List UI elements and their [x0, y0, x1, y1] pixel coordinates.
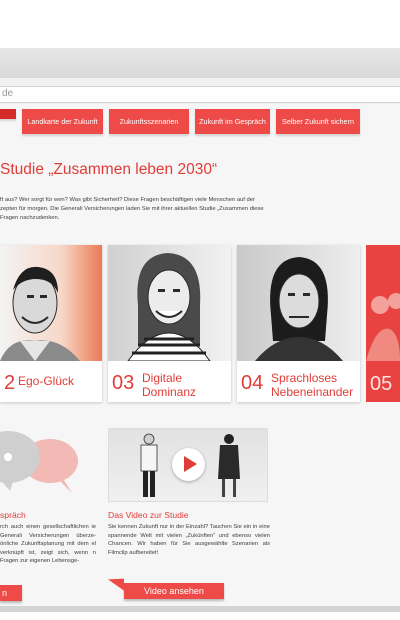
video-thumbnail[interactable] — [108, 428, 268, 502]
gespraech-title: spräch — [0, 510, 26, 520]
tab-label: Zukunftsszenarien — [119, 117, 179, 126]
scenario-label: Digitale Dominanz — [142, 371, 197, 399]
scenario-label: Ego-Glück — [18, 374, 75, 388]
scenario-number: 2 — [4, 372, 16, 394]
portrait-image — [0, 245, 102, 361]
address-text: de — [2, 88, 14, 99]
portrait-image — [237, 245, 360, 361]
scenario-card-05[interactable]: 05 — [366, 245, 400, 402]
video-title: Das Video zur Studie — [108, 510, 189, 520]
scenario-number: 04 — [241, 372, 264, 394]
video-ansehen-button[interactable]: Video ansehen — [124, 583, 224, 599]
tab-landkarte[interactable]: Landkarte der Zukunft — [22, 109, 103, 134]
gespraech-button[interactable]: n — [0, 585, 22, 601]
button-label: n — [2, 588, 8, 598]
scenario-card-ego-glueck[interactable]: 2 Ego-Glück — [0, 245, 102, 402]
play-icon[interactable] — [172, 448, 205, 481]
nav-tab-partial[interactable] — [0, 109, 16, 119]
tab-label: Landkarte der Zukunft — [27, 117, 98, 126]
video-text: Sie kennen Zukunft nur in der Einzahl? T… — [108, 524, 270, 556]
tab-label: Selber Zukunft sichern — [282, 117, 354, 126]
gespraech-text: rch auch einen gesellschaftlichen ie Gen… — [0, 524, 96, 565]
scenario-number: 05 — [370, 373, 393, 395]
backdrop-bottom — [0, 612, 400, 620]
scenario-label: Sprachloses Nebeneinander — [271, 371, 354, 399]
speech-bubbles-illustration — [0, 427, 95, 502]
portrait-image — [108, 245, 231, 361]
backdrop-top — [0, 0, 400, 52]
tab-zukunft-im-gespraech[interactable]: Zukunft im Gespräch — [195, 109, 270, 134]
page-title: Studie „Zusammen leben 2030“ — [0, 161, 218, 178]
scenario-card-digitale-dominanz[interactable]: 03 Digitale Dominanz — [108, 245, 231, 402]
button-label: Video ansehen — [144, 586, 204, 596]
tab-selber-zukunft[interactable]: Selber Zukunft sichern — [276, 109, 360, 134]
address-bar[interactable]: de — [0, 86, 400, 103]
tab-zukunftsszenarien[interactable]: Zukunftsszenarien — [109, 109, 189, 134]
intro-text: ft aus? Wer sorgt für wen? Was gibt Sich… — [0, 197, 264, 221]
browser-toolbar — [0, 48, 400, 78]
scenario-number: 03 — [112, 372, 135, 394]
tab-label: Zukunft im Gespräch — [199, 117, 266, 126]
scenario-card-sprachloses-nebeneinander[interactable]: 04 Sprachloses Nebeneinander — [237, 245, 360, 402]
portrait-image — [366, 293, 400, 361]
